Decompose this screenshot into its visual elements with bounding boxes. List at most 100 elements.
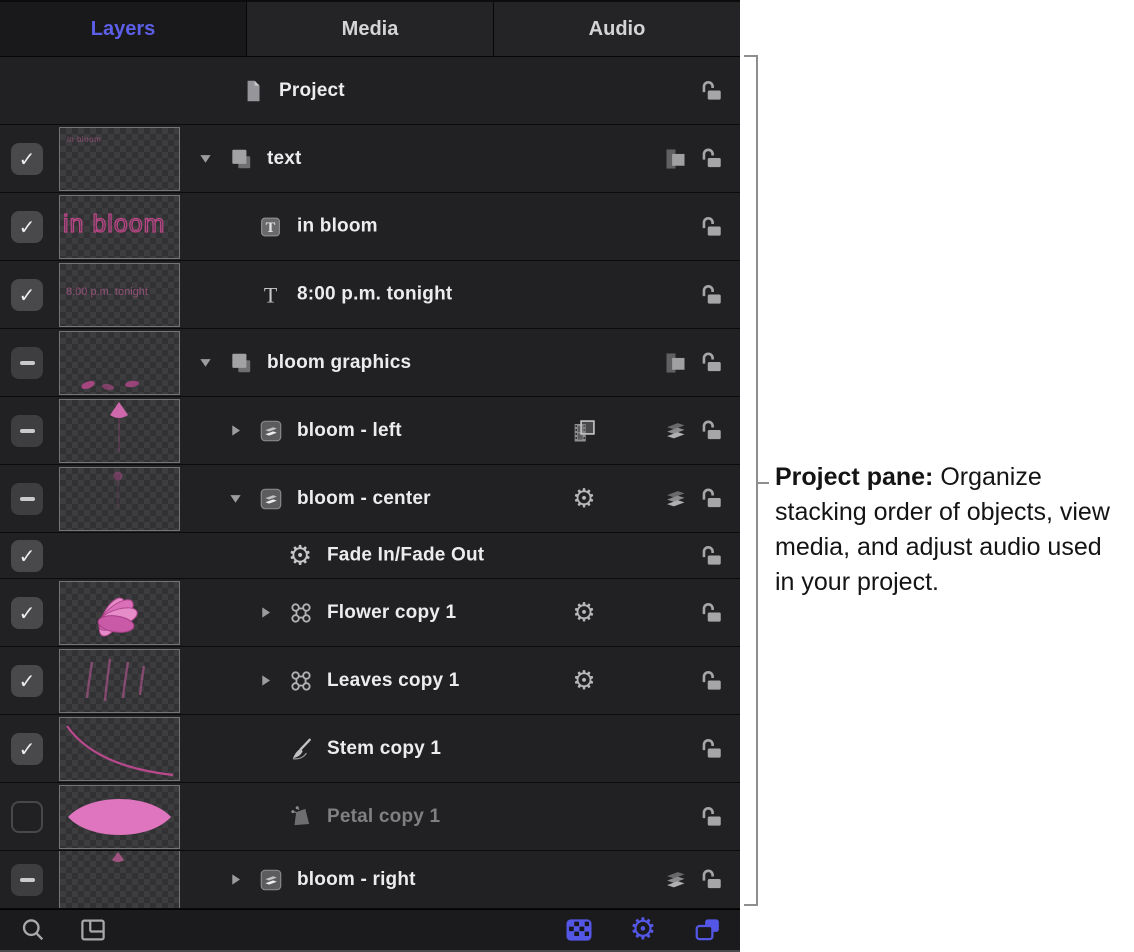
tab-audio[interactable]: Audio [493, 2, 740, 56]
unlock-icon[interactable] [698, 736, 724, 762]
activation-checkbox[interactable]: ✓ [11, 143, 43, 175]
layer-row-bloom-graphics[interactable]: bloom graphics [0, 329, 740, 397]
annotation-text: Project pane: Organize stacking order of… [775, 460, 1127, 600]
tab-media[interactable]: Media [246, 2, 493, 56]
layer-label: bloom - center [297, 488, 431, 510]
gear-icon[interactable]: ⚙ [626, 913, 660, 947]
activation-checkbox[interactable] [11, 483, 43, 515]
layer-row-bloom-left[interactable]: bloom - left [0, 397, 740, 465]
layer-row-8-00-p-m-tonight[interactable]: ✓8:00 p.m. tonightT8:00 p.m. tonight [0, 261, 740, 329]
layer-icon [258, 486, 290, 512]
stack-icon [662, 866, 689, 893]
unlock-icon[interactable] [698, 78, 724, 104]
unlock-icon[interactable] [698, 350, 724, 376]
disclosure-right-icon[interactable] [228, 423, 258, 438]
search-icon[interactable] [16, 913, 50, 947]
disclosure-down-icon[interactable] [228, 491, 258, 506]
row-status-icons [698, 282, 724, 308]
row-status-icons [662, 866, 724, 893]
activation-checkbox[interactable]: ✓ [11, 597, 43, 629]
layer-row-stem-copy-1[interactable]: ✓Stem copy 1 [0, 715, 740, 783]
layer-label: in bloom [297, 216, 378, 238]
layer-label: Flower copy 1 [327, 602, 456, 624]
gear-icon: ⚙ [552, 668, 616, 694]
layer-icon [258, 867, 290, 893]
clone-icon [288, 600, 320, 626]
layer-row-petal-copy-1[interactable]: Petal copy 1 [0, 783, 740, 851]
layer-row-project[interactable]: Project [0, 57, 740, 125]
layer-thumbnail [59, 581, 180, 645]
layer-icon [258, 418, 290, 444]
svg-text:T: T [266, 220, 276, 236]
layer-thumbnail [59, 331, 180, 395]
activation-checkbox[interactable]: ✓ [11, 733, 43, 765]
row-status-icons [698, 736, 724, 762]
layer-label: Petal copy 1 [327, 806, 440, 828]
activation-checkbox[interactable]: ✓ [11, 665, 43, 697]
row-status-icons [698, 600, 724, 626]
disclosure-down-icon[interactable] [198, 151, 228, 166]
document-icon [240, 78, 272, 104]
layer-label: text [267, 148, 302, 170]
unlock-icon[interactable] [698, 867, 724, 893]
bracket-tick-top [744, 55, 758, 57]
bottom-toolbar: ⚙ [0, 909, 740, 950]
blend-icon [662, 349, 689, 376]
bracket-tick-middle [756, 482, 769, 484]
checkerboard-icon[interactable] [562, 913, 596, 947]
behavior-gear-icon: ⚙ [288, 542, 320, 569]
unlock-icon[interactable] [698, 418, 724, 444]
activation-checkbox[interactable]: ✓ [11, 211, 43, 243]
unlock-icon[interactable] [698, 804, 724, 830]
row-status-icons [662, 145, 724, 172]
layer-label: 8:00 p.m. tonight [297, 284, 452, 306]
activation-checkbox[interactable]: ✓ [11, 279, 43, 311]
text-serif-icon: T [258, 282, 290, 307]
unlock-icon[interactable] [698, 486, 724, 512]
disclosure-down-icon[interactable] [198, 355, 228, 370]
text-box-icon: T [258, 214, 290, 239]
activation-checkbox[interactable] [11, 864, 43, 896]
layer-row-bloom-right[interactable]: bloom - right [0, 851, 740, 909]
group-icon [228, 146, 260, 172]
row-status-icons [698, 804, 724, 830]
unlock-icon[interactable] [698, 668, 724, 694]
layer-row-leaves-copy-1[interactable]: ✓ Leaves copy 1 ⚙ [0, 647, 740, 715]
tab-layers[interactable]: Layers [0, 2, 246, 56]
row-status-icons [662, 485, 724, 512]
media-icon [552, 417, 616, 445]
layer-label: Leaves copy 1 [327, 670, 460, 692]
unlock-icon[interactable] [698, 600, 724, 626]
layer-label: Fade In/Fade Out [327, 545, 484, 567]
disclosure-right-icon[interactable] [258, 605, 288, 620]
disclosure-right-icon[interactable] [228, 872, 258, 887]
activation-checkbox[interactable] [11, 801, 43, 833]
unlock-icon[interactable] [698, 543, 724, 569]
gear-icon: ⚙ [552, 486, 616, 512]
layer-row-flower-copy-1[interactable]: ✓ Flower copy 1 ⚙ [0, 579, 740, 647]
layer-row-in-bloom[interactable]: ✓ in bloom Tin bloom [0, 193, 740, 261]
unlock-icon[interactable] [698, 282, 724, 308]
row-status-icons [698, 78, 724, 104]
bracket-line [756, 55, 758, 906]
layer-thumbnail: in bloom [59, 195, 180, 259]
clone-icon [288, 668, 320, 694]
layer-row-bloom-center[interactable]: bloom - center ⚙ [0, 465, 740, 533]
panes-icon[interactable] [76, 913, 110, 947]
pane-tabs: Layers Media Audio [0, 0, 740, 57]
layer-thumbnail: in bloom [59, 127, 180, 191]
gear-icon: ⚙ [552, 600, 616, 626]
layer-row-text[interactable]: ✓ in bloom text [0, 125, 740, 193]
activation-checkbox[interactable]: ✓ [11, 540, 43, 572]
activation-checkbox[interactable] [11, 415, 43, 447]
disclosure-right-icon[interactable] [258, 673, 288, 688]
svg-text:T: T [264, 283, 277, 307]
activation-checkbox[interactable] [11, 347, 43, 379]
layer-row-fade-in-fade-out[interactable]: ✓ ⚙ Fade In/Fade Out [0, 533, 740, 579]
overlap-squares-icon[interactable] [690, 913, 724, 947]
unlock-icon[interactable] [698, 214, 724, 240]
unlock-icon[interactable] [698, 146, 724, 172]
layer-thumbnail [59, 399, 180, 463]
blend-icon [662, 145, 689, 172]
row-status-icons [662, 349, 724, 376]
